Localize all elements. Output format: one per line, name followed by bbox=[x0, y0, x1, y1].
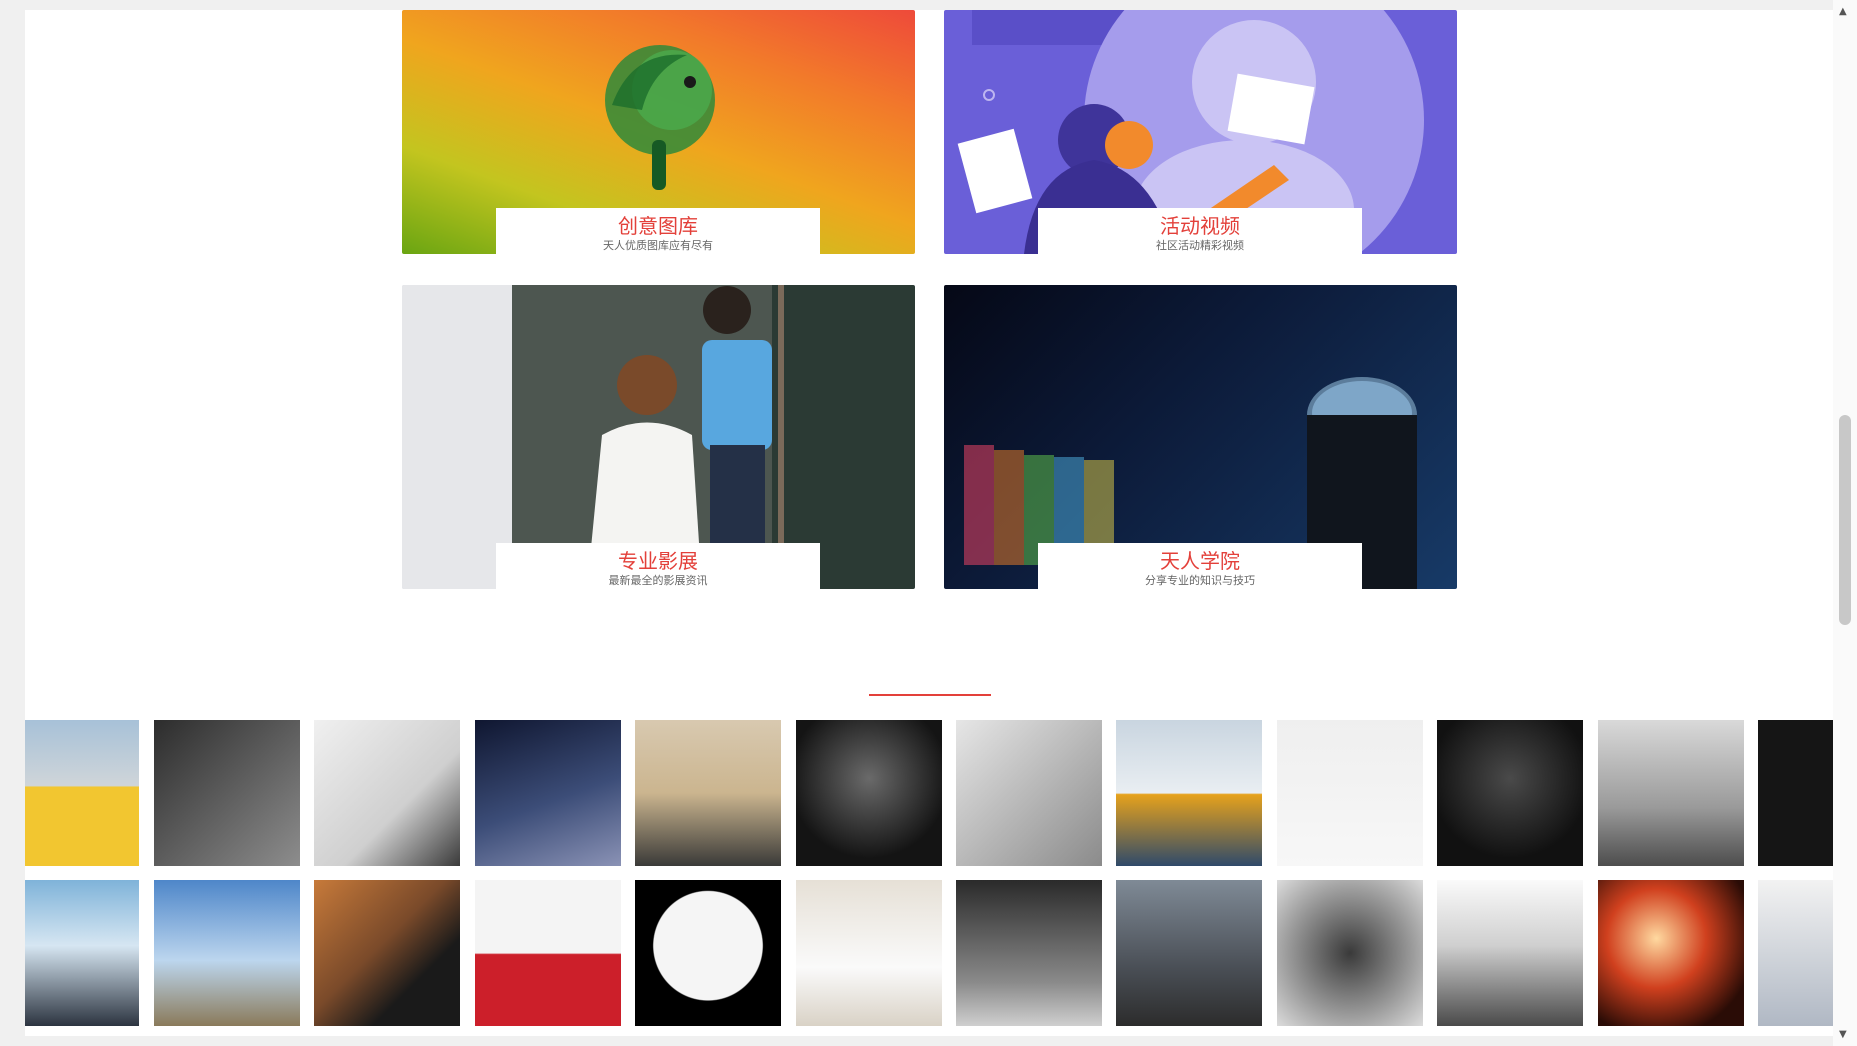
member-photo[interactable] bbox=[1277, 720, 1423, 866]
card-caption: 创意图库 天人优质图库应有尽有 bbox=[496, 208, 820, 254]
card-academy[interactable]: 天人学院 分享专业的知识与技巧 bbox=[944, 285, 1457, 589]
card-subtitle: 社区活动精彩视频 bbox=[1156, 239, 1244, 252]
member-photo[interactable] bbox=[796, 880, 942, 1026]
card-title: 活动视频 bbox=[1160, 214, 1240, 238]
card-subtitle: 分享专业的知识与技巧 bbox=[1145, 574, 1255, 587]
card-caption: 活动视频 社区活动精彩视频 bbox=[1038, 208, 1362, 254]
card-event-videos[interactable]: 活动视频 社区活动精彩视频 bbox=[944, 10, 1457, 254]
member-photo[interactable] bbox=[796, 720, 942, 866]
member-photo[interactable] bbox=[956, 720, 1102, 866]
member-photo[interactable] bbox=[1758, 880, 1833, 1026]
member-photo[interactable] bbox=[1116, 720, 1262, 866]
card-title: 天人学院 bbox=[1160, 549, 1240, 573]
scrollbar-thumb[interactable] bbox=[1839, 415, 1851, 625]
member-photo[interactable] bbox=[25, 720, 139, 866]
member-photo[interactable] bbox=[25, 880, 139, 1026]
card-caption: 天人学院 分享专业的知识与技巧 bbox=[1038, 543, 1362, 589]
scroll-up-icon[interactable]: ▲ bbox=[1839, 6, 1847, 17]
card-subtitle: 最新最全的影展资讯 bbox=[608, 574, 708, 587]
member-photo[interactable] bbox=[154, 720, 300, 866]
member-photo[interactable] bbox=[1116, 880, 1262, 1026]
scroll-down-icon[interactable]: ▼ bbox=[1839, 1029, 1847, 1040]
member-photo[interactable] bbox=[635, 720, 781, 866]
member-photo[interactable] bbox=[1277, 880, 1423, 1026]
section-divider bbox=[869, 694, 991, 696]
card-title: 专业影展 bbox=[618, 549, 698, 573]
member-photo[interactable] bbox=[475, 720, 621, 866]
member-photo[interactable] bbox=[1758, 720, 1833, 866]
member-photo[interactable] bbox=[635, 880, 781, 1026]
card-photo-exhibitions[interactable]: 专业影展 最新最全的影展资讯 bbox=[402, 285, 915, 589]
card-caption: 专业影展 最新最全的影展资讯 bbox=[496, 543, 820, 589]
member-photo-grid bbox=[25, 720, 1833, 1030]
member-photo[interactable] bbox=[1598, 880, 1744, 1026]
member-photo[interactable] bbox=[1598, 720, 1744, 866]
member-photo[interactable] bbox=[1437, 720, 1583, 866]
member-photo[interactable] bbox=[314, 880, 460, 1026]
member-photo[interactable] bbox=[314, 720, 460, 866]
member-photo[interactable] bbox=[1437, 880, 1583, 1026]
member-photo[interactable] bbox=[154, 880, 300, 1026]
member-photo[interactable] bbox=[475, 880, 621, 1026]
card-subtitle: 天人优质图库应有尽有 bbox=[603, 239, 713, 252]
card-creative-gallery[interactable]: 创意图库 天人优质图库应有尽有 bbox=[402, 10, 915, 254]
card-title: 创意图库 bbox=[618, 214, 698, 238]
vertical-scrollbar[interactable]: ▲ ▼ bbox=[1833, 0, 1857, 1046]
member-photo[interactable] bbox=[956, 880, 1102, 1026]
page-content: 创意图库 天人优质图库应有尽有 活动视频 社区活动精彩视频 专业影展 最新最全的… bbox=[25, 10, 1833, 1036]
